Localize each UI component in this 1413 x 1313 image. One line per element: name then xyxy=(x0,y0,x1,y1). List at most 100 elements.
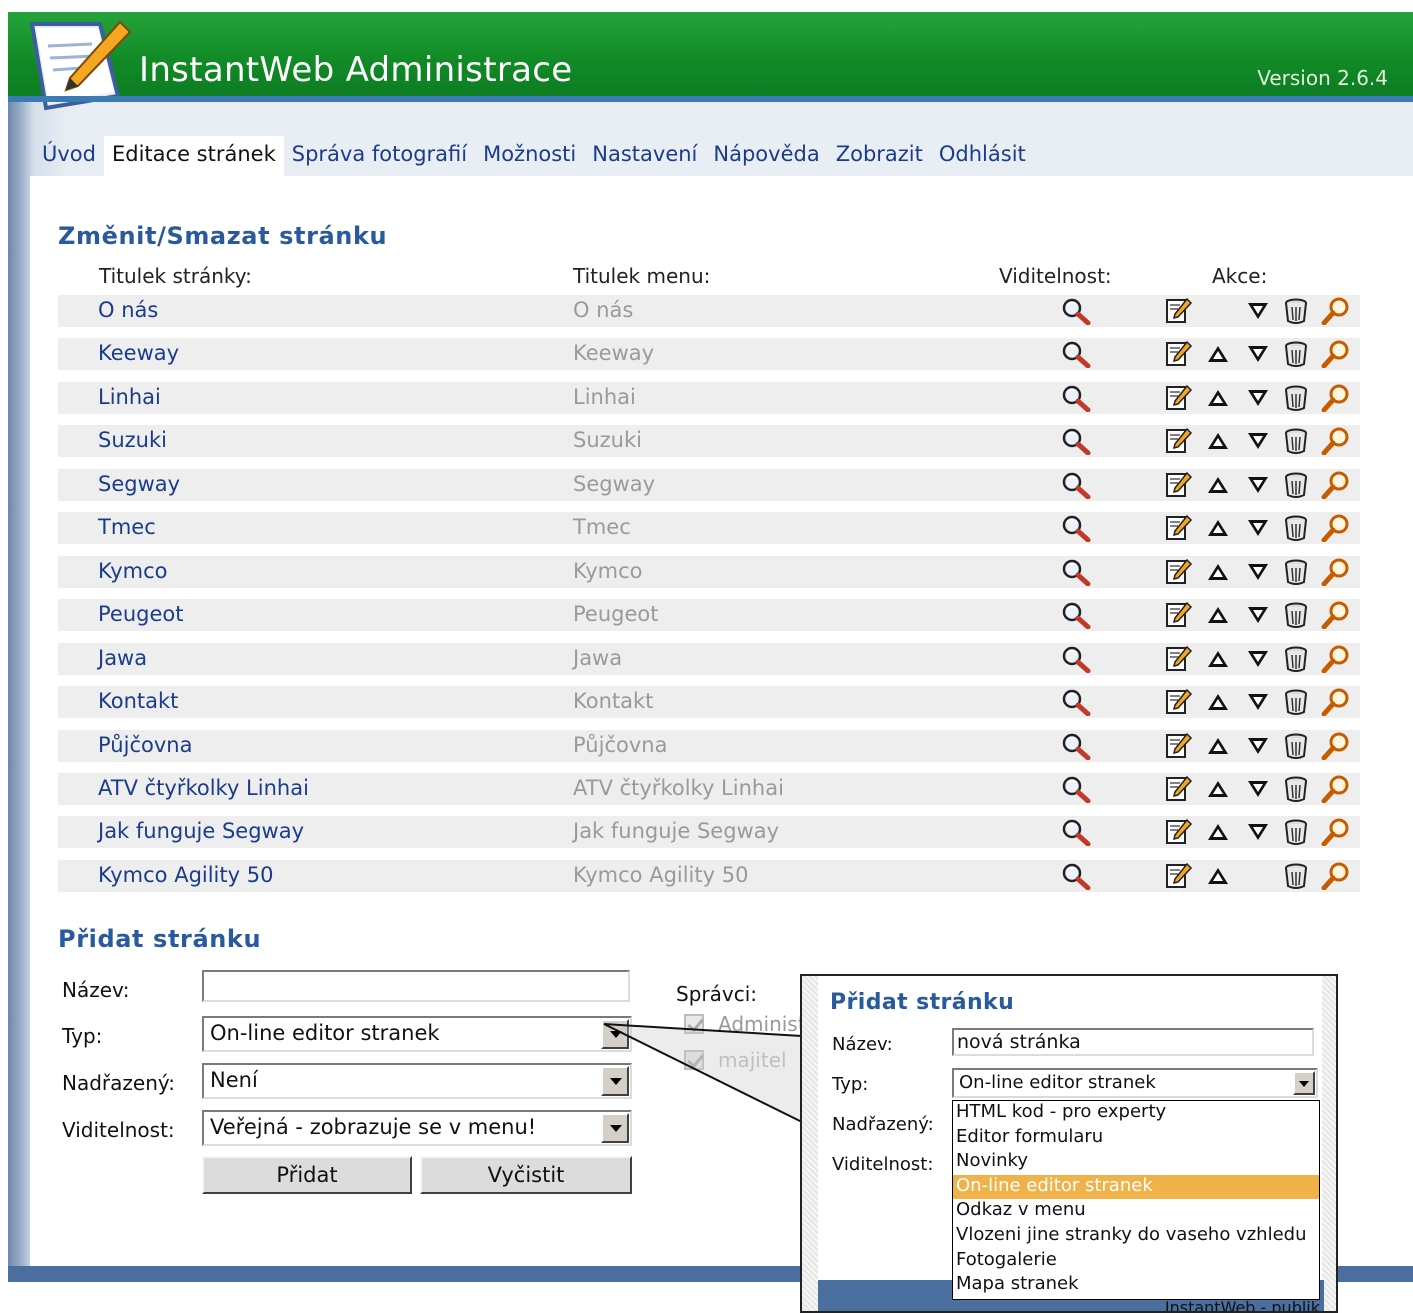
move-up-icon[interactable] xyxy=(1203,688,1233,716)
visibility-icon[interactable] xyxy=(1061,558,1091,587)
preview-icon[interactable] xyxy=(1321,297,1351,326)
move-down-icon[interactable] xyxy=(1243,688,1273,716)
move-up-icon[interactable] xyxy=(1203,340,1233,368)
preview-icon[interactable] xyxy=(1321,862,1351,891)
dropdown-option[interactable]: HTML kod - pro experty xyxy=(953,1101,1319,1126)
page-title-link[interactable]: Peugeot xyxy=(98,602,183,626)
visibility-icon[interactable] xyxy=(1061,601,1091,630)
move-up-icon[interactable] xyxy=(1203,558,1233,586)
move-down-icon[interactable] xyxy=(1243,601,1273,629)
delete-icon[interactable] xyxy=(1281,558,1311,586)
preview-icon[interactable] xyxy=(1321,427,1351,456)
tab-moznosti[interactable]: Možnosti xyxy=(475,136,584,176)
preview-icon[interactable] xyxy=(1321,471,1351,500)
delete-icon[interactable] xyxy=(1281,862,1311,890)
dropdown-option[interactable]: Editor formularu xyxy=(953,1126,1319,1151)
move-down-icon[interactable] xyxy=(1243,340,1273,368)
tab-odhlasit[interactable]: Odhlásit xyxy=(931,136,1034,176)
delete-icon[interactable] xyxy=(1281,645,1311,673)
preview-icon[interactable] xyxy=(1321,384,1351,413)
move-down-icon[interactable] xyxy=(1243,818,1273,846)
preview-icon[interactable] xyxy=(1321,688,1351,717)
callout-name-input[interactable]: nová stránka xyxy=(952,1028,1314,1056)
tab-uvod[interactable]: Úvod xyxy=(34,136,104,176)
edit-icon[interactable] xyxy=(1163,601,1193,629)
move-up-icon[interactable] xyxy=(1203,601,1233,629)
preview-icon[interactable] xyxy=(1321,558,1351,587)
checkbox-icon[interactable] xyxy=(684,1050,704,1070)
edit-icon[interactable] xyxy=(1163,297,1193,325)
delete-icon[interactable] xyxy=(1281,297,1311,325)
preview-icon[interactable] xyxy=(1321,601,1351,630)
move-up-icon[interactable] xyxy=(1203,384,1233,412)
edit-icon[interactable] xyxy=(1163,427,1193,455)
page-title-link[interactable]: Půjčovna xyxy=(98,733,192,757)
delete-icon[interactable] xyxy=(1281,818,1311,846)
dropdown-arrow-icon[interactable] xyxy=(1293,1071,1315,1095)
type-select[interactable]: On-line editor stranek xyxy=(202,1016,632,1052)
edit-icon[interactable] xyxy=(1163,862,1193,890)
delete-icon[interactable] xyxy=(1281,427,1311,455)
move-up-icon[interactable] xyxy=(1203,514,1233,542)
clear-button[interactable]: Vyčistit xyxy=(420,1156,632,1194)
page-title-link[interactable]: Jak funguje Segway xyxy=(98,819,304,843)
page-title-link[interactable]: O nás xyxy=(98,298,158,322)
preview-icon[interactable] xyxy=(1321,732,1351,760)
move-up-icon[interactable] xyxy=(1203,862,1233,890)
move-down-icon[interactable] xyxy=(1243,732,1273,760)
preview-icon[interactable] xyxy=(1321,340,1351,369)
visibility-select[interactable]: Veřejná - zobrazuje se v menu! xyxy=(202,1110,632,1146)
dropdown-arrow-icon[interactable] xyxy=(601,1066,629,1096)
page-title-link[interactable]: Jawa xyxy=(98,646,147,670)
tab-zobrazit[interactable]: Zobrazit xyxy=(828,136,931,176)
delete-icon[interactable] xyxy=(1281,471,1311,499)
dropdown-option[interactable]: Vlozeni jine stranky do vaseho vzhledu xyxy=(953,1224,1319,1249)
edit-icon[interactable] xyxy=(1163,340,1193,368)
page-title-link[interactable]: Linhai xyxy=(98,385,161,409)
page-title-link[interactable]: Tmec xyxy=(98,515,156,539)
move-up-icon[interactable] xyxy=(1203,732,1233,760)
dropdown-option[interactable]: On-line editor stranek xyxy=(953,1174,1319,1200)
visibility-icon[interactable] xyxy=(1061,818,1091,847)
name-input[interactable] xyxy=(202,970,630,1002)
move-up-icon[interactable] xyxy=(1203,775,1233,803)
page-title-link[interactable]: Kymco Agility 50 xyxy=(98,863,273,887)
tab-nastaveni[interactable]: Nastavení xyxy=(584,136,705,176)
visibility-icon[interactable] xyxy=(1061,775,1091,804)
move-down-icon[interactable] xyxy=(1243,297,1273,325)
move-down-icon[interactable] xyxy=(1243,645,1273,673)
tab-napoveda[interactable]: Nápověda xyxy=(705,136,827,176)
edit-icon[interactable] xyxy=(1163,775,1193,803)
preview-icon[interactable] xyxy=(1321,514,1351,543)
edit-icon[interactable] xyxy=(1163,514,1193,542)
visibility-icon[interactable] xyxy=(1061,471,1091,500)
page-title-link[interactable]: ATV čtyřkolky Linhai xyxy=(98,776,309,800)
visibility-icon[interactable] xyxy=(1061,384,1091,413)
page-title-link[interactable]: Kymco xyxy=(98,559,168,583)
visibility-icon[interactable] xyxy=(1061,514,1091,543)
parent-select[interactable]: Není xyxy=(202,1063,632,1099)
page-title-link[interactable]: Keeway xyxy=(98,341,179,365)
delete-icon[interactable] xyxy=(1281,514,1311,542)
preview-icon[interactable] xyxy=(1321,818,1351,847)
dropdown-arrow-icon[interactable] xyxy=(601,1113,629,1143)
checkbox-icon[interactable] xyxy=(684,1014,704,1034)
move-up-icon[interactable] xyxy=(1203,818,1233,846)
move-down-icon[interactable] xyxy=(1243,775,1273,803)
move-up-icon[interactable] xyxy=(1203,471,1233,499)
dropdown-option[interactable]: Fotogalerie xyxy=(953,1249,1319,1274)
move-up-icon[interactable] xyxy=(1203,645,1233,673)
page-title-link[interactable]: Suzuki xyxy=(98,428,167,452)
preview-icon[interactable] xyxy=(1321,645,1351,674)
visibility-icon[interactable] xyxy=(1061,297,1091,326)
edit-icon[interactable] xyxy=(1163,645,1193,673)
edit-icon[interactable] xyxy=(1163,471,1193,499)
dropdown-option[interactable]: Novinky xyxy=(953,1150,1319,1175)
visibility-icon[interactable] xyxy=(1061,427,1091,456)
delete-icon[interactable] xyxy=(1281,601,1311,629)
visibility-icon[interactable] xyxy=(1061,732,1091,760)
delete-icon[interactable] xyxy=(1281,340,1311,368)
visibility-icon[interactable] xyxy=(1061,645,1091,674)
move-down-icon[interactable] xyxy=(1243,384,1273,412)
add-button[interactable]: Přidat xyxy=(202,1156,412,1194)
